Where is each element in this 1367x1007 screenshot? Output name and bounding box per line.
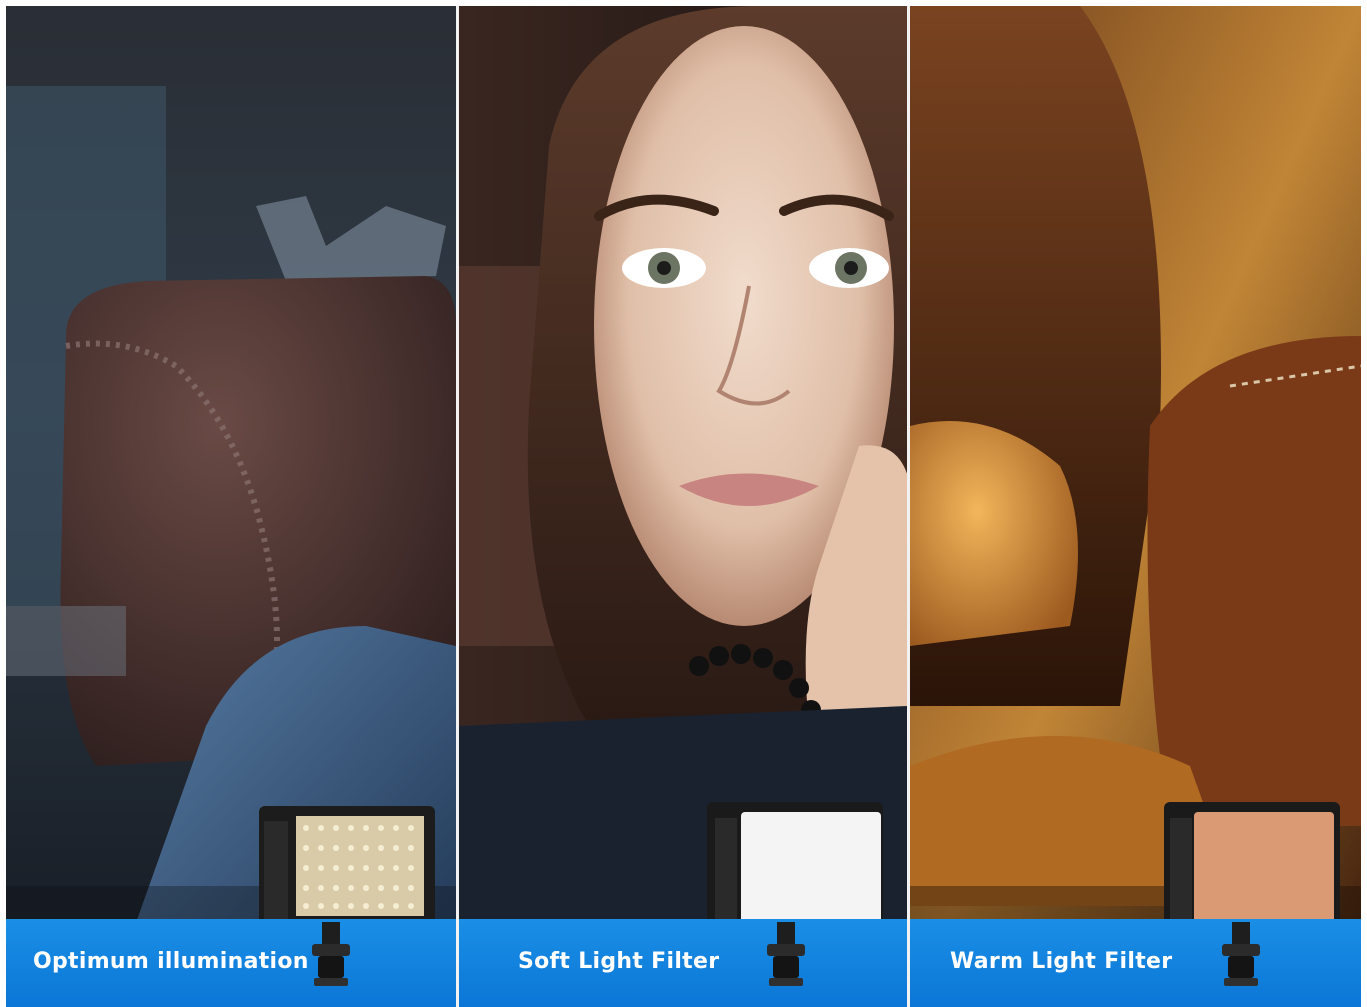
scene-soft-portrait — [459, 6, 907, 1007]
warm-filter-light-panel-icon — [1164, 802, 1340, 930]
softbox-light-panel-icon — [707, 802, 883, 930]
led-light-panel-icon — [259, 806, 435, 928]
light-mount-icon — [312, 922, 350, 986]
scene-cool-photo — [6, 6, 456, 1007]
scene-warm-photo — [910, 6, 1361, 1007]
product-comparison-image: Optimum illumination Soft Light Filter W… — [0, 0, 1367, 1007]
panel-caption: Warm Light Filter — [950, 949, 1173, 974]
light-mount-icon — [1222, 922, 1260, 986]
light-mount-icon — [767, 922, 805, 986]
panel-caption: Soft Light Filter — [518, 949, 720, 974]
panel-optimum-illumination: Optimum illumination — [6, 6, 456, 1007]
panel-caption: Optimum illumination — [33, 949, 309, 974]
panel-soft-light-filter: Soft Light Filter — [459, 6, 907, 1007]
panel-warm-light-filter: Warm Light Filter — [910, 6, 1361, 1007]
